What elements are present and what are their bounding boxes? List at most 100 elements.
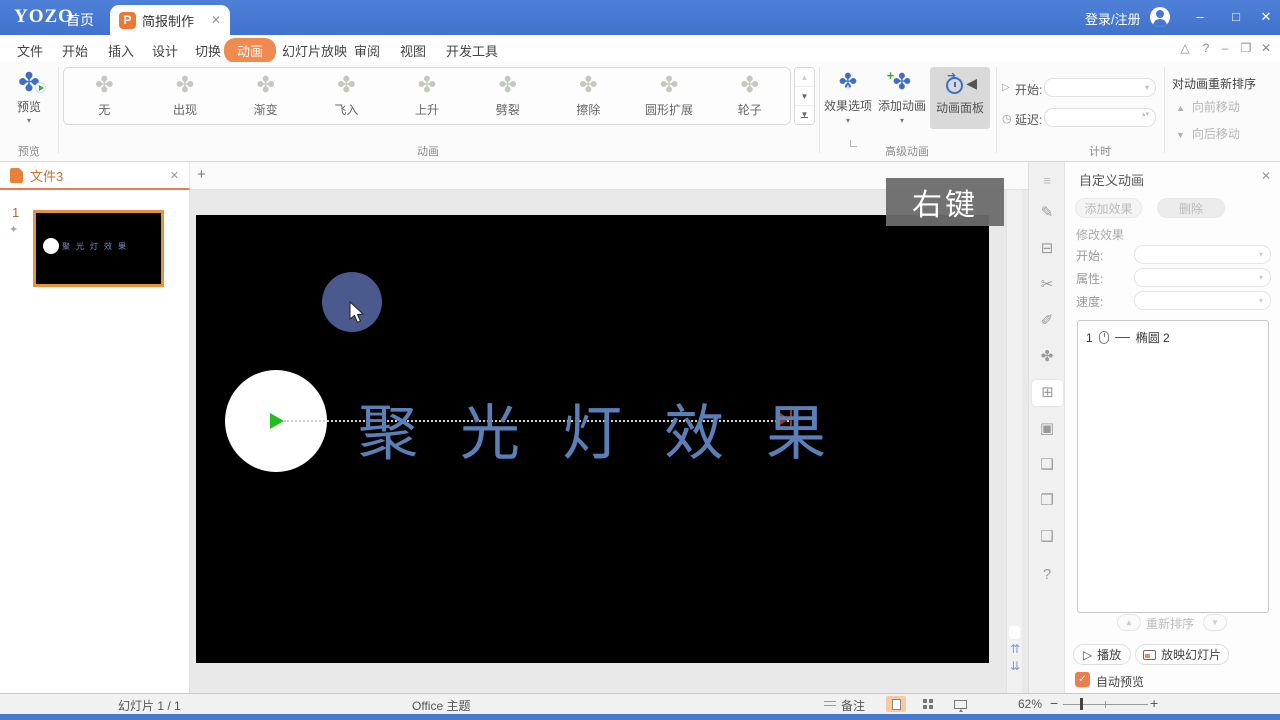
move-earlier-button[interactable]: ▲ 向前移动	[1176, 98, 1240, 115]
presentation-app-icon: P	[119, 11, 136, 29]
file-tab-active[interactable]: 文件3 ✕	[0, 162, 190, 190]
window-close-button[interactable]: ✕	[1256, 9, 1276, 25]
menu-animations-active[interactable]: 动画	[224, 38, 277, 63]
zoom-percentage: 62%	[1018, 697, 1043, 711]
gallery-item-label: 飞入	[334, 102, 359, 117]
window-maximize-button[interactable]: □	[1226, 9, 1246, 25]
gallery-more-icon[interactable]: ▼	[795, 105, 814, 124]
menu-view[interactable]: 视图	[400, 41, 426, 60]
zoom-in-button[interactable]: +	[1150, 695, 1158, 711]
image-tool-icon[interactable]: ▣	[1029, 416, 1065, 442]
new-document-tab-button[interactable]: +	[197, 166, 206, 183]
spinner-icon[interactable]: ▴▾	[1142, 111, 1149, 118]
zoom-out-button[interactable]: −	[1050, 695, 1058, 711]
copy-tool-icon[interactable]: ❐	[1029, 488, 1065, 514]
menu-home[interactable]: 开始	[62, 41, 88, 60]
pen-tool-icon[interactable]: ✎	[1029, 200, 1065, 226]
group-label-advanced-animation: 高级动画	[885, 146, 929, 158]
ribbon-separator	[58, 67, 59, 153]
panel-close-icon[interactable]: ✕	[1261, 169, 1271, 183]
save-tool-icon[interactable]: ❏	[1029, 452, 1065, 478]
gallery-item-none[interactable]: ✤ 无	[64, 68, 145, 124]
slide-title-text[interactable]: 聚光灯效果	[358, 385, 868, 472]
reorder-up-button[interactable]: ▲	[1117, 614, 1141, 631]
user-avatar-icon[interactable]	[1150, 7, 1170, 27]
reorder-down-button[interactable]: ▼	[1203, 614, 1227, 631]
gallery-item-circle-expand[interactable]: ✤ 圆形扩展	[629, 68, 710, 124]
animation-list-item[interactable]: 1 椭圆 2	[1086, 329, 1170, 346]
document-window-tab-close-icon[interactable]: ✕	[211, 13, 221, 27]
home-tab[interactable]: 首页	[66, 10, 94, 30]
window-minimize-button[interactable]: –	[1190, 9, 1210, 25]
cut-tool-icon[interactable]: ✂	[1029, 272, 1065, 298]
dropdown-icon: ▾	[1258, 273, 1263, 282]
gallery-item-fade[interactable]: ✤ 渐变	[225, 68, 306, 124]
move-later-button[interactable]: ▼ 向后移动	[1176, 125, 1240, 142]
format-brush-icon[interactable]: ✐	[1029, 308, 1065, 334]
ribbon-separator	[1164, 67, 1165, 153]
gallery-item-wheel[interactable]: ✤ 轮子	[709, 68, 790, 124]
preview-button[interactable]: ✤ 预览 ▾	[4, 66, 54, 136]
doc-restore-icon[interactable]: ❐	[1238, 41, 1254, 55]
start-dropdown[interactable]: ▾	[1134, 245, 1271, 264]
property-dropdown[interactable]: ▾	[1134, 268, 1271, 287]
notes-lines-icon	[824, 701, 836, 709]
add-effect-button[interactable]: 添加效果	[1075, 198, 1142, 218]
normal-view-button-active[interactable]	[886, 696, 906, 712]
menu-insert[interactable]: 插入	[108, 41, 134, 60]
slide-sorter-view-button[interactable]	[918, 696, 938, 712]
play-button[interactable]: ▷ 播放	[1073, 644, 1131, 665]
gallery-scroll-down-icon[interactable]: ▼	[795, 86, 814, 105]
login-register-link[interactable]: 登录/注册	[1085, 9, 1141, 28]
timing-delay-input[interactable]: ▴▾	[1044, 108, 1156, 127]
gallery-item-split[interactable]: ✤ 劈裂	[467, 68, 548, 124]
gallery-item-appear[interactable]: ✤ 出现	[145, 68, 226, 124]
gallery-item-rise[interactable]: ✤ 上升	[387, 68, 468, 124]
document-tab-strip: 文件3 ✕ +	[0, 162, 1028, 190]
dropdown-icon: ▾	[1258, 250, 1263, 259]
slideshow-button[interactable]: 放映幻灯片	[1135, 644, 1229, 665]
gallery-item-wipe[interactable]: ✤ 擦除	[548, 68, 629, 124]
doc-close-icon[interactable]: ✕	[1258, 41, 1274, 55]
animation-panel-button[interactable]: ➜ ◀ 动画面板	[930, 67, 990, 129]
document-window-tab[interactable]: P 简报制作 ✕	[110, 5, 230, 35]
effect-order-number: 1	[1086, 330, 1093, 345]
pinwheel-icon: ✤	[95, 72, 114, 98]
autopreview-checkbox-checked[interactable]: ✓	[1075, 672, 1090, 687]
panel-grip-icon[interactable]: ≡	[1029, 168, 1065, 194]
zoom-slider-handle[interactable]	[1080, 698, 1083, 710]
animation-pinwheel-icon[interactable]: ✤	[1029, 344, 1065, 370]
menu-transitions[interactable]: 切换	[195, 41, 221, 60]
help-circle-icon[interactable]: ?	[1029, 562, 1065, 588]
timing-start-input[interactable]: ▾	[1044, 78, 1156, 97]
help-icon[interactable]: ?	[1198, 41, 1214, 55]
edit-note-icon[interactable]: ❑	[1029, 524, 1065, 550]
scrollbar-thumb[interactable]	[1009, 626, 1020, 639]
slideshow-view-button[interactable]	[950, 696, 970, 712]
settings-sliders-icon[interactable]: ⊟	[1029, 236, 1065, 262]
slide-canvas[interactable]: 聚光灯效果	[196, 215, 989, 663]
file-tab-close-icon[interactable]: ✕	[170, 169, 179, 182]
speed-dropdown[interactable]: ▾	[1134, 291, 1271, 310]
add-animation-button[interactable]: ✤ + 添加动画 ▾	[876, 67, 928, 129]
slide-thumbnail[interactable]: 聚 光 灯 效 果	[33, 210, 164, 287]
doc-minimize-icon[interactable]: –	[1217, 41, 1233, 55]
next-slide-icon[interactable]: ⇊	[1007, 659, 1023, 673]
effect-options-button[interactable]: ✤ + 效果选项 ▾	[822, 67, 874, 129]
canvas-vertical-scrollbar[interactable]: ⇈ ⇊	[1006, 190, 1022, 693]
shapes-grid-icon-selected[interactable]: ⊞	[1032, 380, 1063, 406]
previous-slide-icon[interactable]: ⇈	[1007, 642, 1023, 656]
menu-review[interactable]: 审阅	[354, 41, 380, 60]
gallery-item-fly-in[interactable]: ✤ 飞入	[306, 68, 387, 124]
menu-design[interactable]: 设计	[152, 41, 178, 60]
menu-slideshow[interactable]: 幻灯片放映	[282, 41, 347, 60]
menu-file[interactable]: 文件	[17, 41, 43, 60]
menu-developer[interactable]: 开发工具	[446, 41, 498, 60]
theme-name[interactable]: Office 主题	[412, 697, 470, 714]
file-tab-label: 文件3	[30, 168, 64, 184]
collapse-ribbon-icon[interactable]: △	[1177, 41, 1193, 55]
gallery-scroll-up-icon[interactable]: ▲	[795, 68, 814, 86]
notes-toggle[interactable]: 备注	[841, 697, 865, 714]
delete-effect-button[interactable]: 删除	[1157, 198, 1225, 218]
animation-indicator-icon: ✦	[9, 224, 19, 236]
